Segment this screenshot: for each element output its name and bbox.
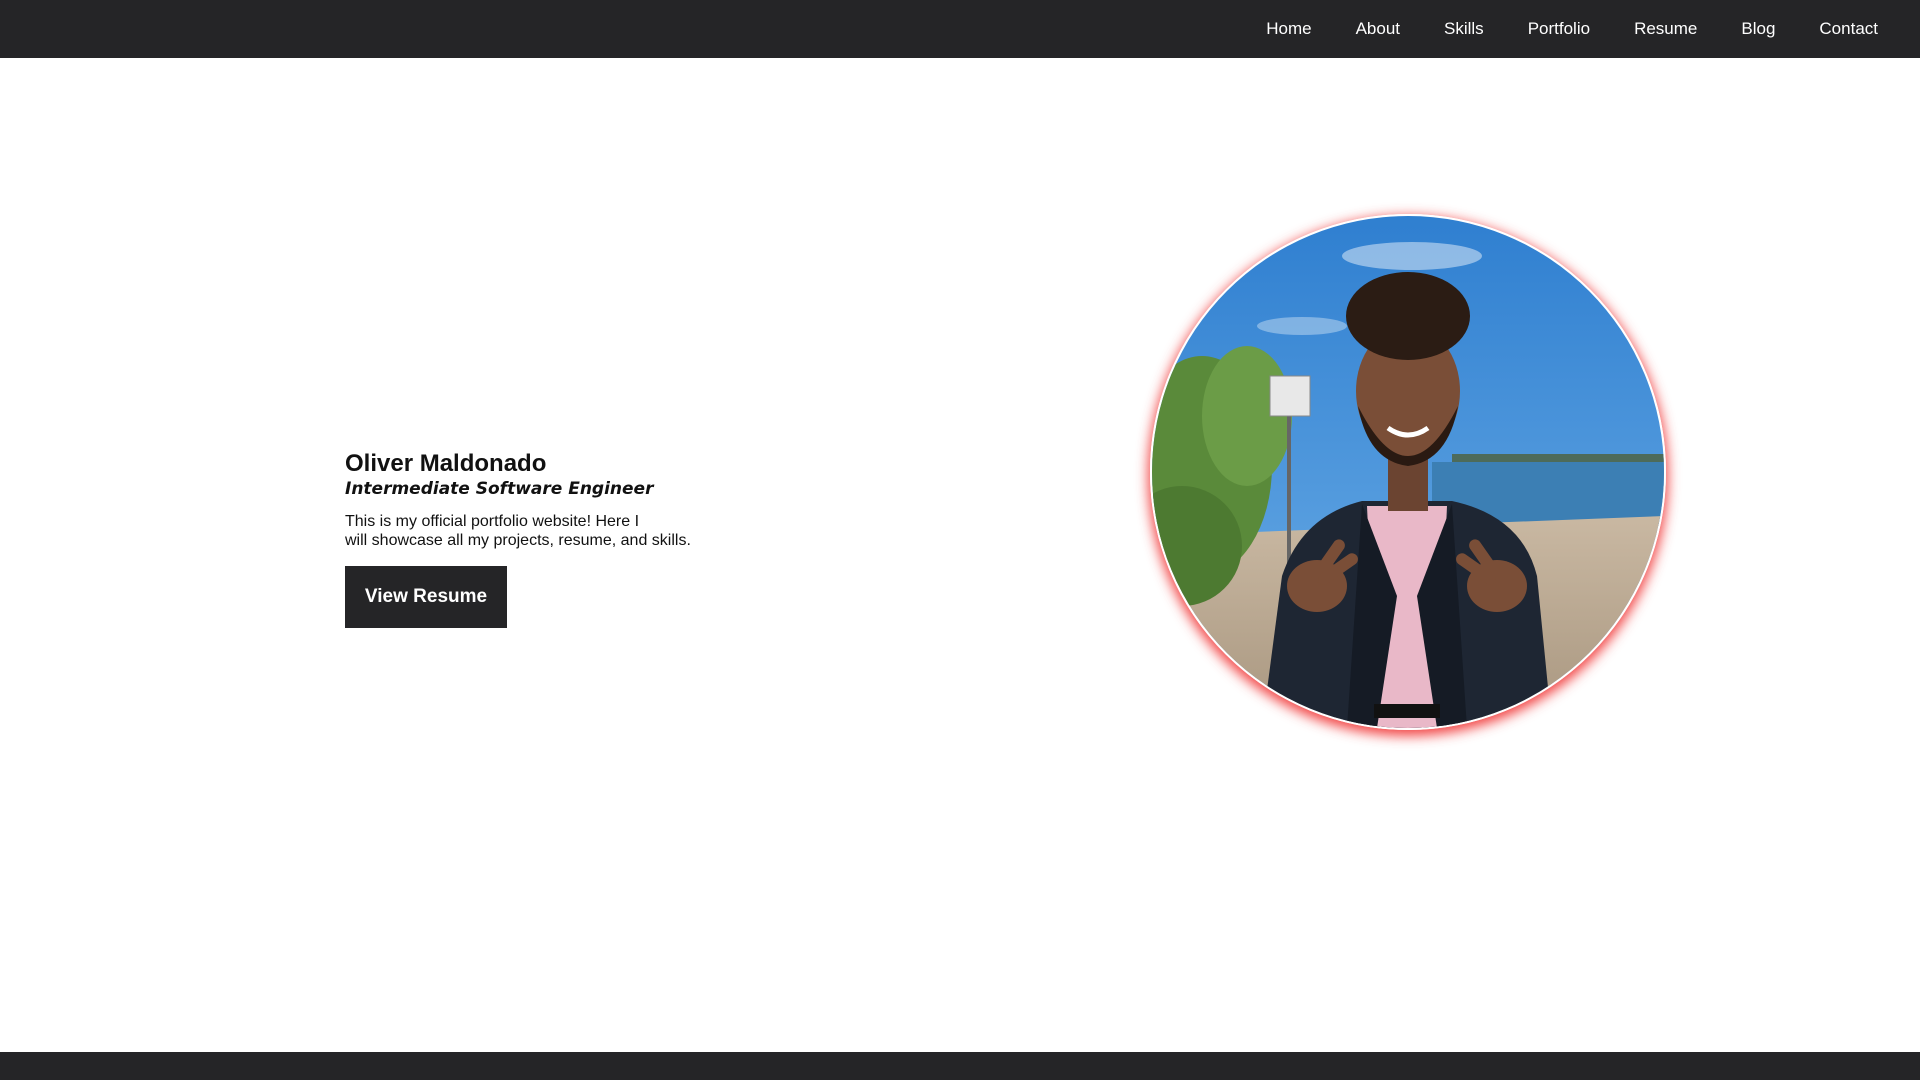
footer-bar <box>0 1052 1920 1080</box>
view-resume-button[interactable]: View Resume <box>345 566 507 628</box>
nav-link-resume[interactable]: Resume <box>1612 0 1719 58</box>
hero-job-title: Intermediate Software Engineer <box>345 479 654 499</box>
hero-name: Oliver Maldonado <box>345 450 547 477</box>
hero-description: This is my official portfolio website! H… <box>345 512 765 550</box>
nav-link-blog[interactable]: Blog <box>1719 0 1797 58</box>
nav-link-about[interactable]: About <box>1334 0 1422 58</box>
top-navbar: Home About Skills Portfolio Resume Blog … <box>0 0 1920 58</box>
hero-intro: Oliver Maldonado Intermediate Software E… <box>345 450 765 628</box>
nav-link-skills[interactable]: Skills <box>1422 0 1506 58</box>
hero-description-line-2: will showcase all my projects, resume, a… <box>345 532 691 549</box>
nav-link-home[interactable]: Home <box>1244 0 1333 58</box>
hero-description-line-1: This is my official portfolio website! H… <box>345 513 640 530</box>
nav-link-contact[interactable]: Contact <box>1797 0 1900 58</box>
profile-photo-illustration <box>1152 216 1664 728</box>
nav-link-portfolio[interactable]: Portfolio <box>1506 0 1612 58</box>
profile-photo <box>1150 214 1666 730</box>
